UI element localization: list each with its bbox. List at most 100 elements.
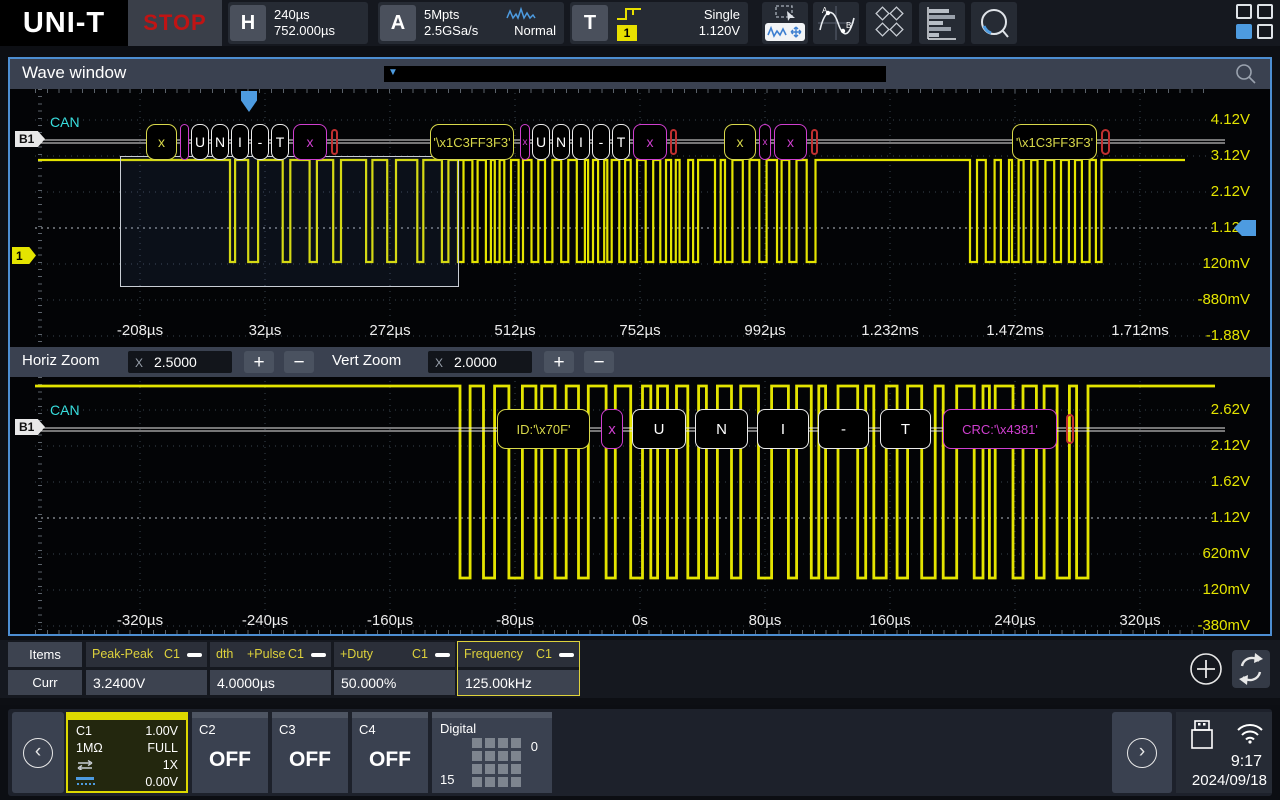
remove-measure-dash-icon[interactable] <box>559 653 574 657</box>
digital-channels-card[interactable]: Digital 0 15 <box>432 712 552 793</box>
zoomed-waveform-plot[interactable]: ID:'\x70F'xUNI-TCRC:'\x4381'2.62V2.12V1.… <box>10 377 1270 634</box>
time-label: 320µs <box>1119 612 1160 629</box>
wave-window-dropdown[interactable] <box>384 66 886 82</box>
protocol-label: CAN <box>50 402 80 418</box>
channel1-card[interactable]: C1 1.00V 1MΩ FULL 1X 0.00V <box>66 712 188 793</box>
measure-source: C1 <box>536 647 552 661</box>
layout-square-br <box>1257 24 1273 39</box>
measure-items-block[interactable]: Items Curr <box>8 642 82 698</box>
channel-card-strip <box>192 712 268 718</box>
cursor-select-tool[interactable] <box>762 2 808 44</box>
digital-channel-square <box>472 764 482 774</box>
time-label: 1.232ms <box>861 322 919 339</box>
horiz-zoom-input[interactable]: X 2.5000 <box>128 351 232 373</box>
measure-cell-header: dth+PulseC1 <box>210 642 331 667</box>
window-magnifier-icon[interactable] <box>1234 62 1258 86</box>
top-status-bar: UNI-T STOP H 240µs 752.000µs A 5Mpts 2.5… <box>0 0 1280 46</box>
chevron-left-icon: ‹ <box>23 738 53 768</box>
digital-low-index: 15 <box>440 772 454 787</box>
decode-bubble: I <box>757 409 809 449</box>
cursor-ab-tool[interactable]: A B <box>813 2 859 44</box>
decode-bubble: - <box>251 124 269 160</box>
measure-name2: +Pulse <box>247 647 285 661</box>
voltage-label: 2.62V <box>1211 401 1250 419</box>
zoom-region-selection[interactable] <box>120 156 459 287</box>
acquire-key[interactable]: A <box>380 5 416 41</box>
channel1-active-strip <box>68 714 186 720</box>
time-label: 1.712ms <box>1111 322 1169 339</box>
channel-bar-next-button[interactable]: › <box>1112 712 1172 793</box>
trigger-key[interactable]: T <box>572 5 608 41</box>
measure-cell-header: FrequencyC1 <box>458 642 579 667</box>
trigger-sweep-value: Single <box>704 7 740 22</box>
time-label: -80µs <box>496 612 534 629</box>
acquire-waveform-icon <box>506 6 536 22</box>
measure-cell--duty[interactable]: +DutyC150.000% <box>334 642 455 695</box>
remove-measure-dash-icon[interactable] <box>187 653 202 657</box>
measure-rulers-icon <box>869 4 909 42</box>
channel1-name: C1 <box>76 724 92 738</box>
vert-zoom-plus-button[interactable]: + <box>544 351 574 373</box>
histogram-tool[interactable] <box>919 2 965 44</box>
run-stop-indicator[interactable]: STOP <box>128 0 222 46</box>
decode-bubble: x <box>759 124 771 160</box>
channel-card-c4[interactable]: C4OFF <box>352 712 428 793</box>
measure-cell-frequency[interactable]: FrequencyC1125.00kHz <box>458 642 579 695</box>
acquire-block[interactable]: A 5Mpts 2.5GSa/s Normal <box>378 2 564 44</box>
time-label: 80µs <box>749 612 782 629</box>
measure-items-label[interactable]: Items <box>8 642 82 667</box>
measure-name: +Duty <box>340 647 373 661</box>
channel-bar-prev-button[interactable]: ‹ <box>12 712 64 793</box>
add-measurement-icon[interactable] <box>1188 651 1224 687</box>
vert-zoom-prefix: X <box>435 356 443 370</box>
clock-date: 2024/09/18 <box>1192 772 1267 789</box>
layout-square-bl-active <box>1236 24 1252 39</box>
main-waveform-plot[interactable]: xUNI-Tx'\x1C3FF3F3'xUNI-Txxxx'\x1C3FF3F3… <box>10 89 1270 347</box>
measure-cell-peak-peak[interactable]: Peak-PeakC13.2400V <box>86 642 207 695</box>
measure-cell-dth[interactable]: dth+PulseC14.0000µs <box>210 642 331 695</box>
digital-channel-square <box>472 777 482 787</box>
horiz-zoom-minus-button[interactable]: − <box>284 351 314 373</box>
memory-depth-value: 5Mpts <box>424 7 459 22</box>
measure-source: C1 <box>164 647 180 661</box>
refresh-icon <box>1232 650 1270 688</box>
measure-source: C1 <box>412 647 428 661</box>
voltage-label: 2.12V <box>1211 183 1250 201</box>
measure-tool[interactable] <box>866 2 912 44</box>
channel-card-c3[interactable]: C3OFF <box>272 712 348 793</box>
digital-channel-square <box>511 764 521 774</box>
vert-zoom-input[interactable]: X 2.0000 <box>428 351 532 373</box>
channel-card-c2[interactable]: C2OFF <box>192 712 268 793</box>
refresh-measurements-button[interactable] <box>1232 650 1270 688</box>
measure-cell-header: Peak-PeakC1 <box>86 642 207 667</box>
decode-bubble: '\x1C3FF3F3' <box>430 124 514 160</box>
window-layout-icon[interactable] <box>1236 4 1276 42</box>
layout-square-tl <box>1236 4 1252 19</box>
channel1-offset: 0.00V <box>145 775 178 789</box>
horizontal-block[interactable]: H 240µs 752.000µs <box>228 2 368 44</box>
search-tool[interactable] <box>971 2 1017 44</box>
measure-curr-label[interactable]: Curr <box>8 670 82 695</box>
remove-measure-dash-icon[interactable] <box>311 653 326 657</box>
decode-bubble: U <box>532 124 550 160</box>
svg-text:A: A <box>822 6 828 15</box>
time-label: -320µs <box>117 612 163 629</box>
trigger-block[interactable]: T 1 Single 1.120V <box>570 2 748 44</box>
box-select-icon[interactable] <box>774 4 798 22</box>
decode-bubble: x <box>146 124 177 160</box>
horiz-zoom-label: Horiz Zoom <box>22 352 100 369</box>
measure-cell-header: +Duty C1 <box>334 642 455 667</box>
decode-bubble <box>670 129 677 155</box>
digital-channel-square <box>511 777 521 787</box>
digital-channel-square <box>485 777 495 787</box>
channel-state: OFF <box>192 748 268 772</box>
system-status-panel: 9:17 2024/09/18 <box>1176 712 1272 793</box>
horizontal-key[interactable]: H <box>230 5 266 41</box>
waveform-drag-tool-selected[interactable] <box>765 23 805 41</box>
remove-measure-dash-icon[interactable] <box>435 653 450 657</box>
horiz-zoom-plus-button[interactable]: + <box>244 351 274 373</box>
time-label: -208µs <box>117 322 163 339</box>
vert-zoom-minus-button[interactable]: − <box>584 351 614 373</box>
digital-label: Digital <box>440 721 476 736</box>
svg-text:B: B <box>846 21 851 30</box>
